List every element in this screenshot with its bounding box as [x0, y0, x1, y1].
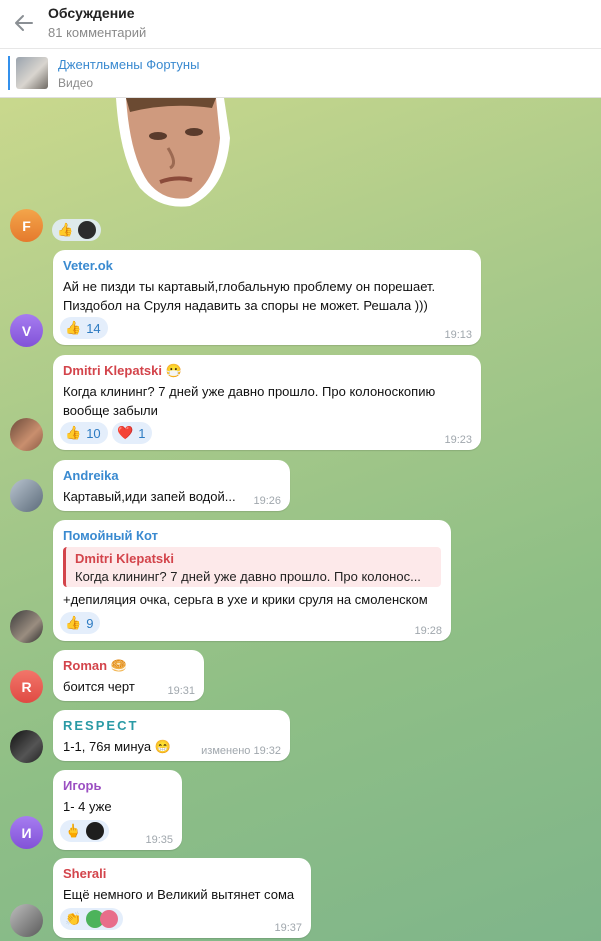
mask-emoji-icon: 😷	[165, 363, 182, 378]
reaction-chip[interactable]: ❤️ 1	[112, 422, 153, 444]
reactor-avatar	[86, 822, 105, 840]
message-bubble[interactable]: Sherali Ещё немного и Великий вытянет со…	[53, 858, 311, 938]
header-subtitle: 81 комментарий	[48, 25, 147, 40]
message-author[interactable]: Andreika	[63, 468, 119, 483]
clapping-hands-icon: 👏	[65, 911, 82, 926]
thumbs-up-icon: 👍	[65, 320, 82, 335]
chat-header: Обсуждение 81 комментарий	[0, 0, 601, 49]
pinned-post[interactable]: Джентльмены Фортуны Видео	[0, 49, 601, 98]
reactor-avatar	[100, 910, 119, 928]
message-author[interactable]: Игорь	[63, 778, 101, 793]
message-author[interactable]: Veter.ok	[63, 258, 113, 273]
bagel-emoji-icon: 🥯	[110, 658, 127, 673]
message-time: 19:37	[274, 922, 302, 934]
reaction-chip[interactable]: 👍 10	[60, 422, 108, 444]
avatar[interactable]	[10, 730, 43, 763]
avatar[interactable]: И	[10, 816, 43, 849]
reaction-count: 10	[86, 425, 101, 441]
message-bubble[interactable]: Andreika Картавый,иди запей водой... 19:…	[53, 460, 290, 511]
message-time: 19:13	[444, 329, 472, 341]
message-author[interactable]: Sherali	[63, 866, 106, 881]
message-time: 19:35	[145, 834, 173, 846]
reaction-count: 1	[138, 425, 146, 441]
avatar[interactable]	[10, 904, 43, 937]
message-bubble[interactable]: Помойный Кот Dmitri Klepatski Когда клин…	[53, 520, 451, 641]
message-text: Пиздобол на Сруля надавить за споры не м…	[63, 298, 428, 313]
reaction-chip[interactable]: 👍 9	[60, 612, 101, 634]
face-sticker[interactable]	[108, 98, 233, 208]
avatar[interactable]	[10, 479, 43, 512]
pinned-accent-bar	[8, 56, 10, 90]
quote-text: Когда клининг? 7 дней уже давно прошло. …	[75, 569, 421, 584]
header-title: Обсуждение	[48, 5, 135, 21]
reaction-chip[interactable]: 👍	[52, 219, 102, 241]
thumbs-up-icon: 👍	[65, 615, 82, 630]
message-author[interactable]: Roman 🥯	[63, 658, 127, 674]
heart-icon: ❤️	[117, 425, 134, 440]
reaction-count: 9	[86, 615, 94, 631]
message-text: +депиляция очка, серьга в ухе и крики ср…	[63, 592, 428, 607]
message-text: Картавый,иди запей водой...	[63, 489, 236, 504]
message-author[interactable]: Dmitri Klepatski 😷	[63, 363, 182, 379]
message-time: 19:23	[444, 434, 472, 446]
middle-finger-icon: 🖕	[65, 823, 82, 838]
message-text: вообще забыли	[63, 403, 158, 418]
reply-quote[interactable]: Dmitri Klepatski Когда клининг? 7 дней у…	[63, 547, 441, 587]
reaction-chip[interactable]: 🖕	[60, 820, 110, 842]
message-author[interactable]: Помойный Кот	[63, 528, 158, 543]
message-text: Когда клининг? 7 дней уже давно прошло. …	[63, 384, 436, 399]
message-bubble[interactable]: Veter.ok Ай не пизди ты картавый,глобаль…	[53, 250, 481, 345]
message-text: Ещё немного и Великий вытянет сома	[63, 887, 295, 902]
quote-author: Dmitri Klepatski	[75, 551, 174, 566]
message-time: 19:28	[414, 625, 442, 637]
pinned-thumbnail	[16, 57, 48, 89]
back-arrow-icon[interactable]	[12, 11, 36, 35]
message-text: 1-1, 76я минуа 😁	[63, 739, 171, 754]
pinned-title: Джентльмены Фортуны	[58, 57, 200, 72]
reaction-chip[interactable]: 👏	[60, 908, 124, 930]
message-author[interactable]: RESPECT	[63, 718, 138, 733]
thumbs-up-icon: 👍	[57, 222, 74, 237]
avatar[interactable]	[10, 610, 43, 643]
message-text: 1- 4 уже	[63, 799, 112, 814]
avatar[interactable]: V	[10, 314, 43, 347]
message-bubble[interactable]: Игорь 1- 4 уже 🖕 19:35	[53, 770, 182, 850]
reaction-count: 14	[86, 320, 101, 336]
chat-area[interactable]: F 👍 V Veter.ok Ай не пизди ты картавый,г…	[0, 98, 601, 941]
message-bubble[interactable]: Roman 🥯 боится черт 19:31	[53, 650, 204, 701]
reaction-chip[interactable]: 👍 14	[60, 317, 108, 339]
message-time: 19:26	[253, 495, 281, 507]
message-text: боится черт	[63, 679, 135, 694]
message-text: Ай не пизди ты картавый,глобальную пробл…	[63, 279, 436, 294]
thumbs-up-icon: 👍	[65, 425, 82, 440]
message-bubble[interactable]: RESPECT 1-1, 76я минуа 😁 изменено 19:32	[53, 710, 290, 761]
message-time: 19:31	[167, 685, 195, 697]
reactor-avatar	[78, 221, 97, 239]
pinned-subtitle: Видео	[58, 76, 94, 90]
avatar[interactable]: R	[10, 670, 43, 703]
message-bubble[interactable]: Dmitri Klepatski 😷 Когда клининг? 7 дней…	[53, 355, 481, 450]
avatar[interactable]: F	[10, 209, 43, 242]
avatar[interactable]	[10, 418, 43, 451]
message-time: изменено 19:32	[201, 745, 281, 757]
